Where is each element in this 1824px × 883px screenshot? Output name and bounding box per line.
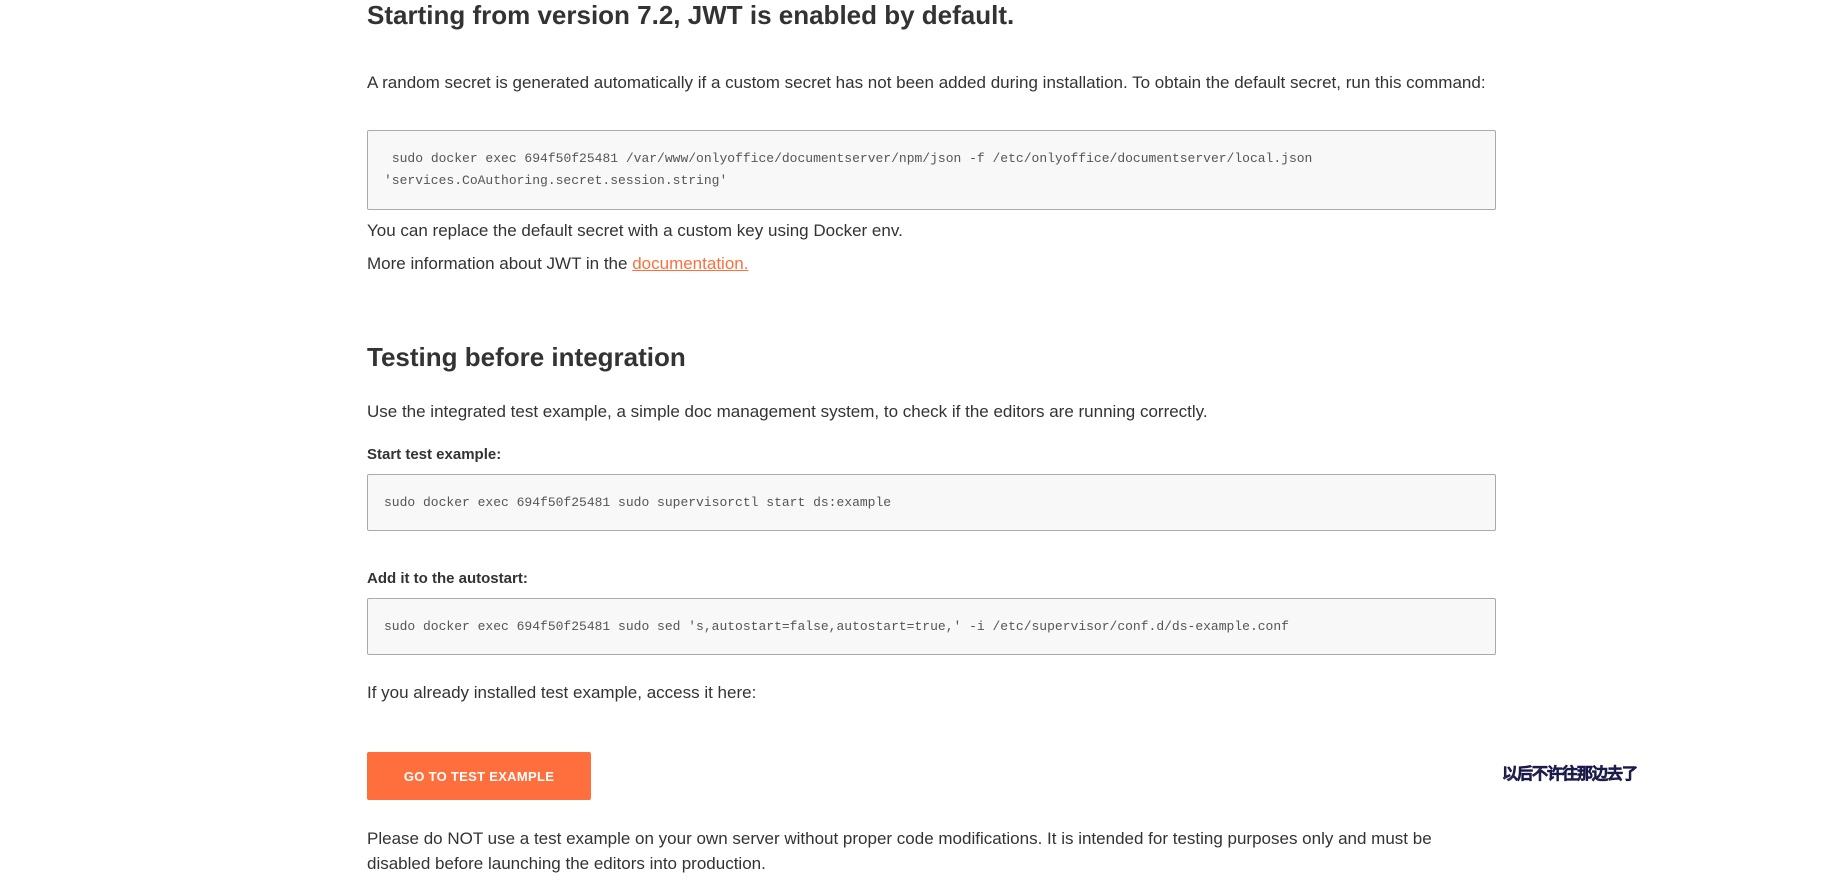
jwt-intro-text: A random secret is generated automatical… [367, 73, 1486, 92]
replace-secret-note: You can replace the default secret with … [367, 221, 903, 240]
testing-heading: Testing before integration [367, 342, 686, 372]
start-test-command[interactable]: sudo docker exec 694f50f25481 sudo super… [384, 492, 891, 514]
jwt-secret-command-box[interactable]: sudo docker exec 694f50f25481 /var/www/o… [367, 130, 1496, 210]
go-to-test-example-button[interactable]: GO TO TEST EXAMPLE [367, 752, 591, 800]
start-test-label: Start test example: [367, 446, 502, 463]
more-info-line: More information about JWT in the docume… [367, 251, 748, 276]
overlay-caption: 以后不许往那边去了 [1502, 764, 1639, 784]
access-note: If you already installed test example, a… [367, 683, 757, 702]
start-test-command-box[interactable]: sudo docker exec 694f50f25481 sudo super… [367, 474, 1496, 531]
test-example-warning: Please do NOT use a test example on your… [367, 829, 1432, 873]
documentation-link[interactable]: documentation. [632, 254, 748, 273]
autostart-command-box[interactable]: sudo docker exec 694f50f25481 sudo sed '… [367, 598, 1496, 655]
more-info-prefix: More information about JWT in the [367, 254, 633, 273]
jwt-heading: Starting from version 7.2, JWT is enable… [367, 0, 1015, 30]
jwt-secret-command[interactable]: sudo docker exec 694f50f25481 /var/www/o… [384, 148, 1312, 192]
autostart-label: Add it to the autostart: [367, 570, 528, 587]
testing-intro-text: Use the integrated test example, a simpl… [367, 402, 1208, 421]
autostart-command[interactable]: sudo docker exec 694f50f25481 sudo sed '… [384, 616, 1289, 638]
page: Starting from version 7.2, JWT is enable… [0, 0, 1824, 883]
